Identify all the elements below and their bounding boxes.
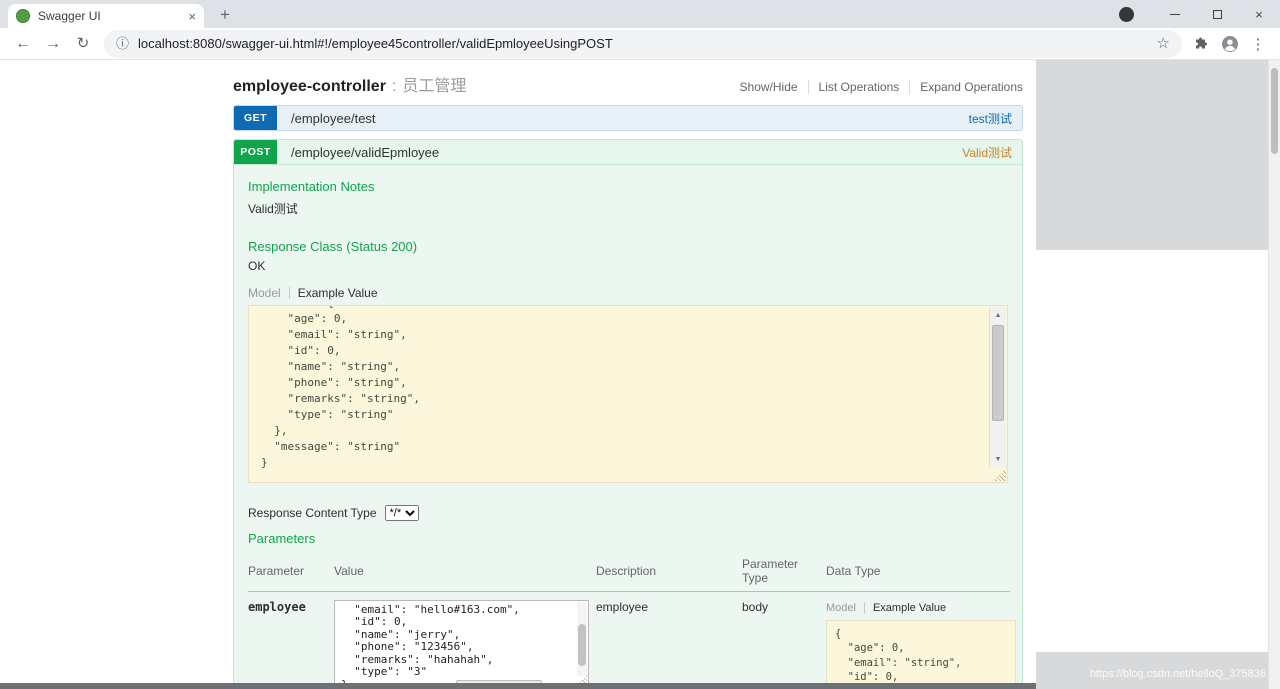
get-summary-link[interactable]: test测试 xyxy=(969,110,1012,127)
page-scrollbar[interactable] xyxy=(1268,60,1280,689)
get-method-badge: GET xyxy=(234,106,277,130)
browser-tab[interactable]: Swagger UI × xyxy=(8,4,204,28)
column-header-data-type: Data Type xyxy=(826,553,1010,592)
site-info-icon[interactable]: ⓘ xyxy=(116,37,129,50)
column-header-parameter: Parameter xyxy=(248,553,334,592)
response-class-text: OK xyxy=(248,259,1008,273)
new-tab-button[interactable]: + xyxy=(214,5,236,25)
bottom-strip xyxy=(0,683,1036,689)
parameter-value-textarea[interactable]: "email": "hello#163.com", "id": 0, "name… xyxy=(334,600,589,688)
post-operation-detail: Implementation Notes Valid测试 Response Cl… xyxy=(233,165,1023,689)
response-example-code: "data": { "age": 0, "email": "string", "… xyxy=(249,305,1007,479)
parameter-example-code: { "age": 0, "email": "string", "id": 0, … xyxy=(827,621,1015,689)
browser-window: Swagger UI × + × ← → ↻ ⓘ localhost:8080/… xyxy=(0,0,1280,689)
get-operation-path[interactable]: /employee/test xyxy=(291,111,376,126)
response-content-type-select[interactable]: */* xyxy=(385,505,419,521)
browser-menu-icon[interactable]: ⋮ xyxy=(1245,35,1271,53)
post-operation-path[interactable]: /employee/validEpmloyee xyxy=(291,145,439,160)
window-controls: × xyxy=(1119,0,1280,28)
resource-name[interactable]: employee-controller xyxy=(233,78,386,96)
tab-close-icon[interactable]: × xyxy=(188,10,196,23)
page-blank-area-top xyxy=(1036,60,1268,250)
get-operation-row[interactable]: GET /employee/test test测试 xyxy=(233,105,1023,131)
page-scrollbar-thumb[interactable] xyxy=(1271,68,1278,154)
expand-operations-link[interactable]: Expand Operations xyxy=(909,80,1023,94)
swagger-page: employee-controller : 员工管理 Show/Hide Lis… xyxy=(0,60,1280,689)
parameter-type: body xyxy=(742,591,826,689)
textarea-scrollbar-thumb[interactable] xyxy=(578,624,586,666)
parameters-table: Parameter Value Description Parameter Ty… xyxy=(248,553,1010,689)
data-type-tabs: Model Example Value xyxy=(826,602,1004,614)
maximize-button[interactable] xyxy=(1196,0,1238,28)
list-operations-link[interactable]: List Operations xyxy=(808,80,910,94)
minimize-button[interactable] xyxy=(1154,0,1196,28)
response-class-heading: Response Class (Status 200) xyxy=(248,239,1008,255)
scroll-up-icon[interactable]: ▲ xyxy=(990,307,1006,323)
scrollbar-thumb[interactable] xyxy=(992,325,1004,421)
column-header-parameter-type: Parameter Type xyxy=(742,553,826,592)
swagger-favicon-icon xyxy=(16,9,30,23)
post-summary-link[interactable]: Valid测试 xyxy=(962,144,1012,161)
data-type-model-tab[interactable]: Model xyxy=(826,602,856,614)
back-button[interactable]: ← xyxy=(10,36,36,52)
parameter-row: employee "email": "hello#163.com", "id":… xyxy=(248,591,1010,689)
implementation-notes-heading: Implementation Notes xyxy=(248,179,1008,195)
extensions-puzzle-icon[interactable] xyxy=(1189,36,1215,52)
tab-title: Swagger UI xyxy=(38,9,182,23)
data-type-example-value-tab[interactable]: Example Value xyxy=(873,602,946,614)
bookmark-star-icon[interactable]: ☆ xyxy=(1157,36,1170,51)
column-header-description: Description xyxy=(596,553,742,592)
close-button[interactable]: × xyxy=(1238,0,1280,28)
forward-button[interactable]: → xyxy=(40,36,66,52)
tab-divider xyxy=(289,287,290,299)
implementation-notes-text: Valid测试 xyxy=(248,200,1008,217)
resource-description: 员工管理 xyxy=(402,72,466,96)
post-method-badge: POST xyxy=(234,140,277,164)
parameter-example-snippet[interactable]: { "age": 0, "email": "string", "id": 0, … xyxy=(826,620,1016,689)
address-bar[interactable]: ⓘ localhost:8080/swagger-ui.html#!/emplo… xyxy=(104,30,1182,58)
response-content-type-label: Response Content Type xyxy=(248,506,377,520)
resource-header: employee-controller : 员工管理 Show/Hide Lis… xyxy=(233,72,1023,96)
browser-titlebar: Swagger UI × + × xyxy=(0,0,1280,28)
response-model-tabs: Model Example Value xyxy=(248,286,1008,300)
post-operation-row[interactable]: POST /employee/validEpmloyee Valid测试 xyxy=(233,139,1023,165)
response-content-type-row: Response Content Type */* xyxy=(248,505,1008,521)
resource-separator: : xyxy=(392,78,396,96)
response-model-tab[interactable]: Model xyxy=(248,286,281,300)
textarea-scrollbar[interactable] xyxy=(577,602,587,676)
parameters-header-row: Parameter Value Description Parameter Ty… xyxy=(248,553,1010,592)
url-text: localhost:8080/swagger-ui.html#!/employe… xyxy=(138,36,1157,51)
parameter-value-code: "email": "hello#163.com", "id": 0, "name… xyxy=(335,601,588,688)
profile-avatar-icon[interactable] xyxy=(1217,35,1243,53)
parameters-heading: Parameters xyxy=(248,531,1008,547)
parameter-description: employee xyxy=(596,591,742,689)
refresh-button[interactable]: ↻ xyxy=(70,36,96,51)
tab-divider xyxy=(864,602,865,614)
column-header-value: Value xyxy=(334,553,596,592)
swagger-content: employee-controller : 员工管理 Show/Hide Lis… xyxy=(233,60,1023,689)
response-example-value-tab[interactable]: Example Value xyxy=(298,286,378,300)
browser-status-icon[interactable] xyxy=(1119,7,1134,22)
snippet-scrollbar[interactable]: ▲ ▼ xyxy=(989,307,1006,467)
response-example-snippet[interactable]: "data": { "age": 0, "email": "string", "… xyxy=(248,305,1008,483)
browser-toolbar: ← → ↻ ⓘ localhost:8080/swagger-ui.html#!… xyxy=(0,28,1280,60)
watermark-text: https://blog.csdn.net/helloQ_375836 xyxy=(1090,668,1266,680)
scroll-down-icon[interactable]: ▼ xyxy=(990,451,1006,467)
show-hide-link[interactable]: Show/Hide xyxy=(730,80,808,94)
parameter-name: employee xyxy=(248,591,334,689)
